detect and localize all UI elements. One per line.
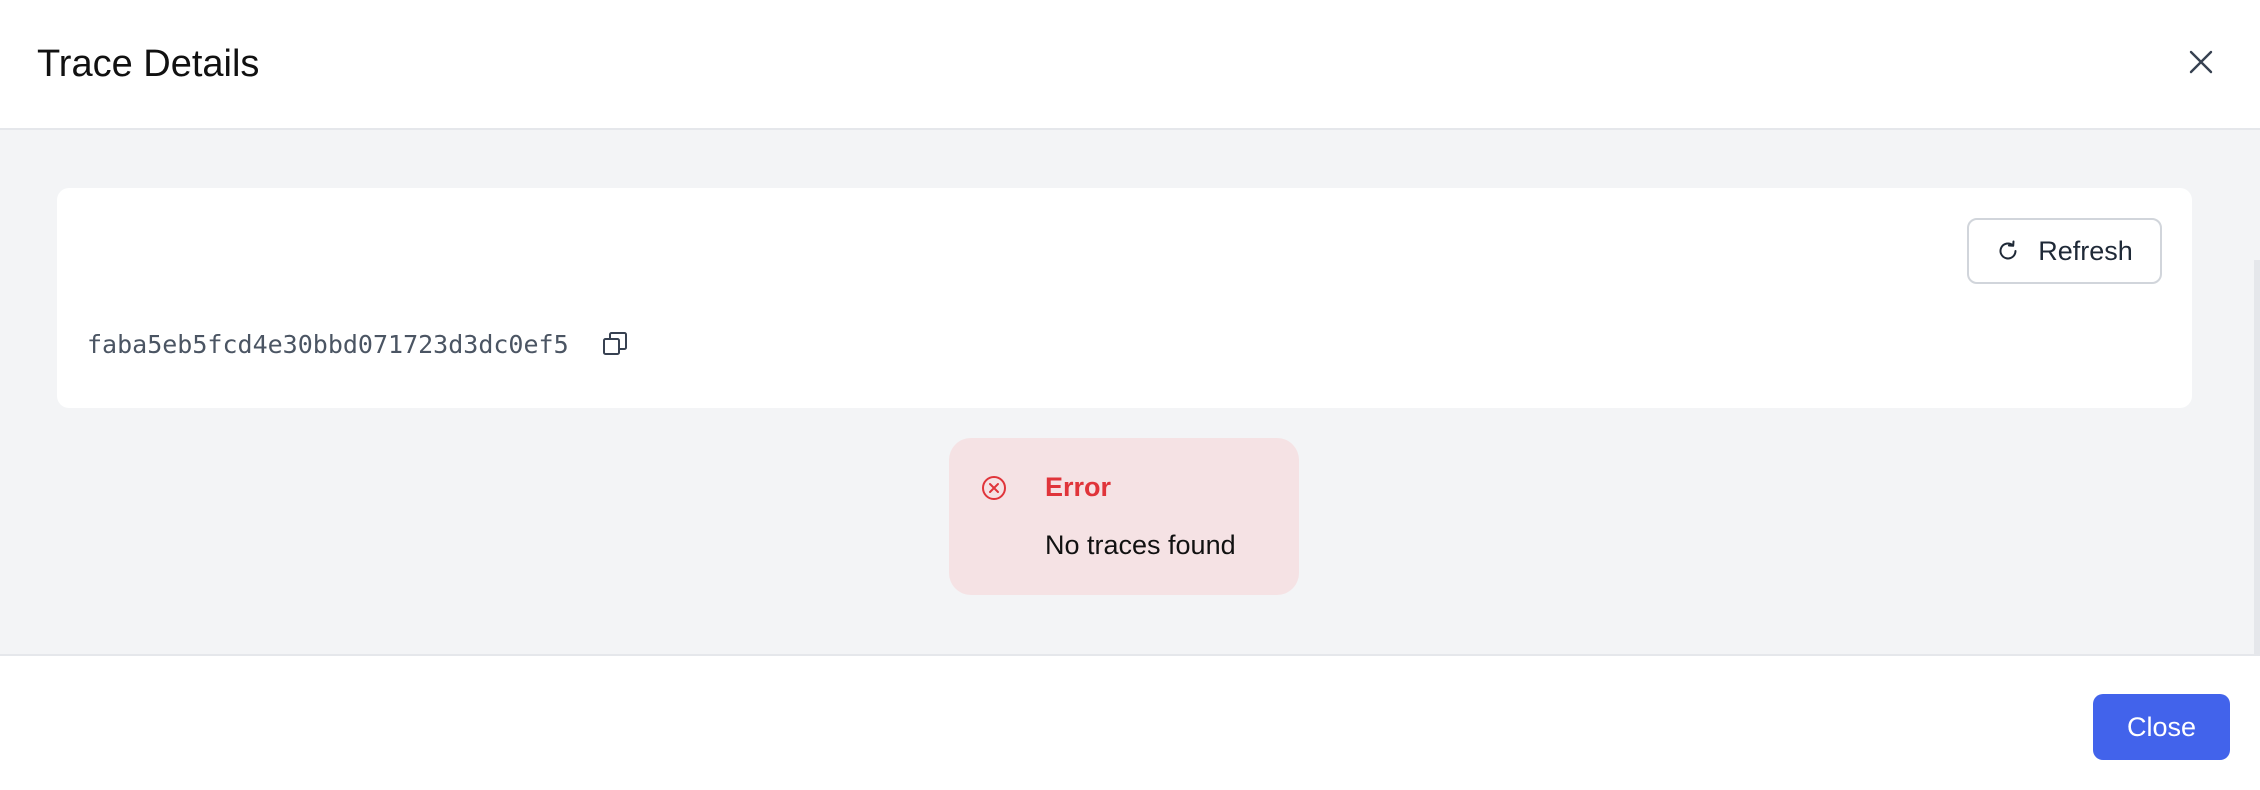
modal-close-button[interactable] — [2184, 45, 2218, 79]
modal-footer: Close — [0, 654, 2260, 790]
trace-details-modal: Trace Details Refresh faba5eb5fcd4e30bbd… — [0, 0, 2260, 790]
refresh-label: Refresh — [2038, 235, 2133, 266]
copy-icon — [602, 332, 627, 355]
error-circle-icon — [982, 476, 1006, 500]
modal-title: Trace Details — [37, 43, 260, 85]
close-icon — [2189, 50, 2213, 74]
error-alert: Error No traces found — [949, 438, 1299, 595]
error-message: No traces found — [1045, 530, 1236, 560]
trace-id: faba5eb5fcd4e30bbd071723d3dc0ef5 — [87, 329, 569, 359]
trace-id-row: faba5eb5fcd4e30bbd071723d3dc0ef5 — [87, 328, 631, 360]
error-title: Error — [1045, 472, 1112, 502]
close-button[interactable]: Close — [2093, 694, 2230, 760]
modal-header: Trace Details — [0, 0, 2260, 130]
refresh-button[interactable]: Refresh — [1967, 218, 2162, 284]
copy-trace-id-button[interactable] — [599, 328, 631, 360]
modal-body: Refresh faba5eb5fcd4e30bbd071723d3dc0ef5… — [0, 130, 2260, 784]
trace-card: Refresh faba5eb5fcd4e30bbd071723d3dc0ef5 — [57, 188, 2192, 408]
refresh-icon — [1999, 240, 2017, 260]
